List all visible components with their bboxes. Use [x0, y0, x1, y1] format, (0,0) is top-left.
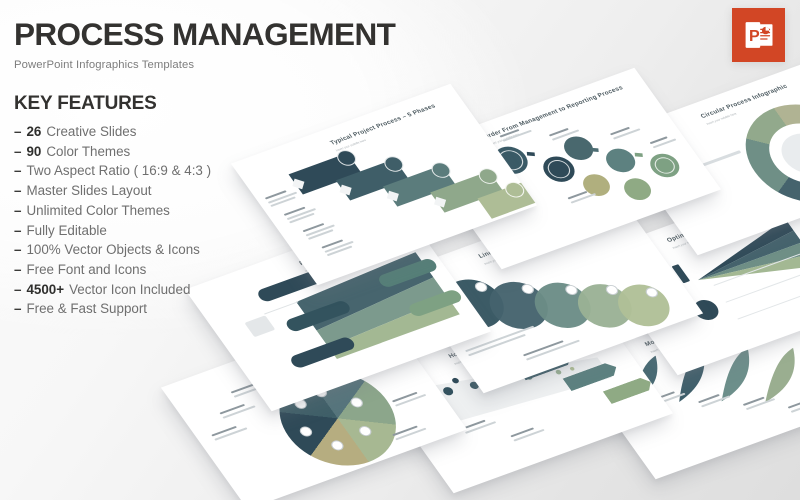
feature-label: Free & Fast Support: [26, 301, 148, 317]
slide-title: Typical Project Process – 5 Phases: [328, 102, 438, 147]
feature-dash-icon: –: [14, 281, 22, 297]
feature-label: Fully Editable: [26, 222, 107, 238]
feature-item: – Unlimited Color Themes: [14, 201, 314, 221]
feature-label: 100% Vector Objects & Icons: [26, 242, 200, 258]
key-features-heading: KEY FEATURES: [14, 93, 157, 115]
feature-dash-icon: –: [14, 242, 22, 258]
feature-item: – Free Font and Icons: [14, 260, 314, 280]
feature-dash-icon: –: [14, 183, 22, 199]
feature-label: Creative Slides: [46, 124, 137, 140]
feature-item: – Free & Fast Support: [14, 299, 314, 319]
flow-arrow: [590, 147, 599, 152]
feature-item: –90 Color Themes: [14, 142, 314, 162]
feature-dash-icon: –: [14, 202, 22, 218]
feature-item: –100% Vector Objects & Icons: [14, 240, 314, 260]
process-notch: [434, 196, 447, 208]
feature-count: 4500+: [26, 281, 65, 297]
powerpoint-icon: P: [732, 8, 785, 62]
feature-count: 90: [26, 143, 42, 159]
feature-item: –26 Creative Slides: [14, 122, 314, 142]
feature-dash-icon: –: [14, 261, 22, 277]
process-node: [619, 174, 657, 204]
feature-label: Two Aspect Ratio ( 16:9 & 4:3 ): [26, 163, 212, 179]
intro-panel: PROCESS MANAGEMENT PowerPoint Infographi…: [14, 16, 396, 319]
key-features-list: –26 Creative Slides –90 Color Themes – Two As…: [14, 122, 314, 319]
feature-dash-icon: –: [14, 163, 22, 179]
feature-label: Master Slides Layout: [26, 183, 152, 199]
svg-text:P: P: [749, 28, 760, 45]
feature-label: Unlimited Color Themes: [26, 202, 170, 218]
page-title: PROCESS MANAGEMENT: [14, 16, 396, 52]
connector-line: [701, 150, 742, 167]
feature-dash-icon: –: [14, 143, 22, 159]
feature-dash-icon: –: [14, 124, 22, 140]
page-subtitle: PowerPoint Infographics Templates: [14, 59, 195, 72]
flow-arrow: [634, 152, 643, 158]
process-notch: [339, 184, 352, 196]
feature-label: Color Themes: [46, 143, 131, 159]
process-node: [577, 170, 616, 200]
process-node: [600, 145, 641, 176]
feature-dash-icon: –: [14, 301, 22, 317]
feature-label: Free Font and Icons: [26, 261, 147, 277]
feature-item: – Master Slides Layout: [14, 181, 314, 201]
process-notch: [386, 190, 399, 202]
feature-dash-icon: –: [14, 222, 22, 238]
feature-item: – Two Aspect Ratio ( 16:9 & 4:3 ): [14, 161, 314, 181]
flow-arrow: [526, 151, 535, 157]
feature-item: –4500+ Vector Icon Included: [14, 280, 314, 300]
feature-item: – Fully Editable: [14, 221, 314, 241]
feature-count: 26: [26, 124, 42, 140]
feature-label: Vector Icon Included: [69, 281, 191, 297]
